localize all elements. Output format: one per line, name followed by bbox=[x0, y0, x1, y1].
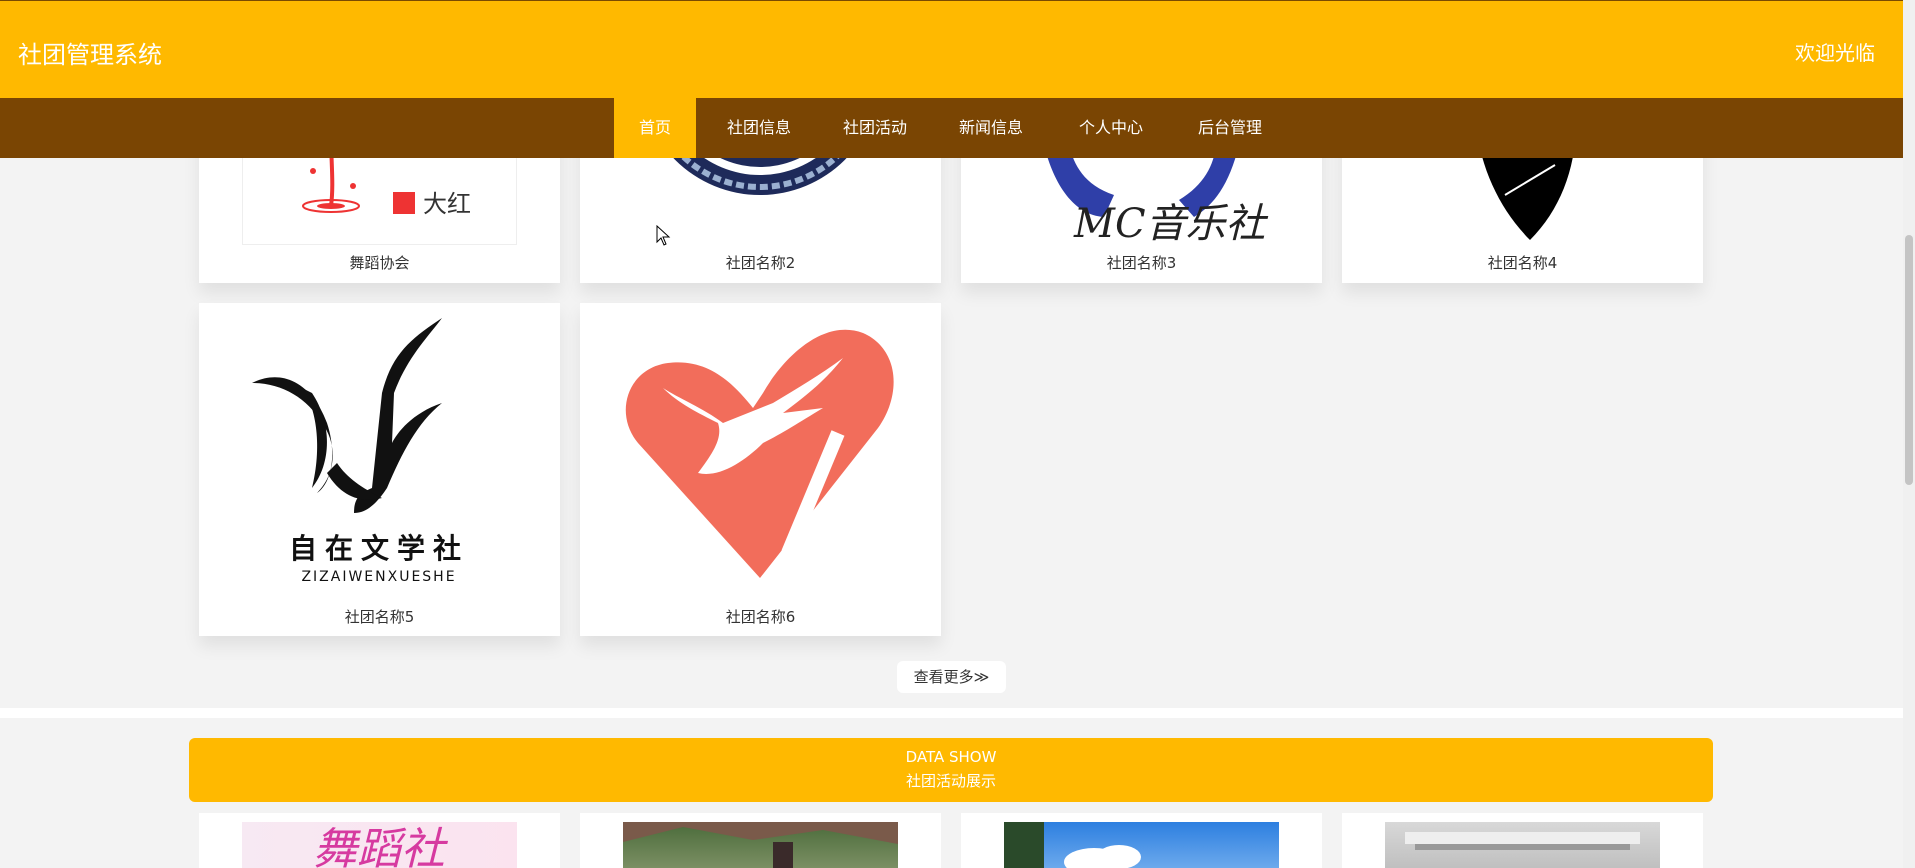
section-divider bbox=[0, 708, 1903, 718]
activity-image bbox=[1385, 822, 1660, 868]
literature-logo-subtext: ZIZAIWENXUESHE bbox=[301, 569, 456, 585]
club-name: 舞蹈协会 bbox=[349, 254, 410, 272]
literature-logo-text: 自在文学社 bbox=[289, 532, 469, 565]
nav-item-news[interactable]: 新闻信息 bbox=[944, 98, 1038, 158]
data-show-subtitle: 社团活动展示 bbox=[905, 772, 996, 790]
activity-card[interactable] bbox=[580, 813, 941, 868]
club-card[interactable]: 社团名称6 bbox=[580, 303, 941, 636]
mouse-cursor-icon bbox=[656, 225, 671, 246]
literature-logo-icon: 自在文学社 ZIZAIWENXUESHE bbox=[252, 318, 469, 585]
club-name: 社团名称4 bbox=[1487, 254, 1558, 272]
club-card[interactable]: 自在文学社 ZIZAIWENXUESHE 社团名称5 bbox=[199, 303, 560, 636]
outdoor-photo-icon bbox=[623, 822, 898, 868]
club-logo: 自在文学社 ZIZAIWENXUESHE bbox=[242, 313, 517, 588]
nav-item-admin[interactable]: 后台管理 bbox=[1183, 98, 1277, 158]
top-header: 社团管理系统 欢迎光临 bbox=[0, 0, 1903, 98]
data-show-banner: DATA SHOW 社团活动展示 bbox=[189, 738, 1713, 802]
hall-photo-icon bbox=[1405, 832, 1640, 850]
site-title[interactable]: 社团管理系统 bbox=[18, 35, 162, 70]
scrollbar-thumb[interactable] bbox=[1905, 235, 1913, 485]
activity-image bbox=[1004, 822, 1279, 868]
club-name: 社团名称5 bbox=[344, 608, 415, 626]
view-more-button[interactable]: 查看更多≫ bbox=[897, 661, 1006, 693]
data-show-title: DATA SHOW bbox=[905, 748, 997, 766]
activity-image bbox=[623, 822, 898, 868]
sky-photo-icon bbox=[1004, 822, 1141, 868]
music-logo-text: MC音乐社 bbox=[1073, 201, 1269, 245]
nav-item-club-info[interactable]: 社团信息 bbox=[712, 98, 806, 158]
club-name: 社团名称6 bbox=[725, 608, 796, 626]
heart-hand-logo-icon bbox=[625, 329, 894, 578]
activity-image: 舞蹈社 bbox=[242, 822, 517, 868]
dance-logo-text: 大红 bbox=[423, 190, 471, 218]
activity-card[interactable] bbox=[961, 813, 1322, 868]
activity-card[interactable] bbox=[1342, 813, 1703, 868]
nav-item-home[interactable]: 首页 bbox=[614, 98, 696, 158]
activity-image-text: 舞蹈社 bbox=[313, 824, 449, 868]
page-scrollbar[interactable] bbox=[1903, 0, 1915, 868]
club-logo bbox=[623, 313, 898, 588]
main-nav: 首页 社团信息 社团活动 新闻信息 个人中心 后台管理 bbox=[0, 98, 1903, 158]
dance-club-poster-icon: 舞蹈社 bbox=[313, 824, 449, 868]
nav-item-personal-center[interactable]: 个人中心 bbox=[1064, 98, 1158, 158]
welcome-text: 欢迎光临 bbox=[1795, 41, 1875, 65]
nav-item-club-activities[interactable]: 社团活动 bbox=[828, 98, 922, 158]
club-name: 社团名称2 bbox=[725, 254, 796, 272]
activity-card[interactable]: 舞蹈社 bbox=[199, 813, 560, 868]
club-name: 社团名称3 bbox=[1106, 254, 1177, 272]
